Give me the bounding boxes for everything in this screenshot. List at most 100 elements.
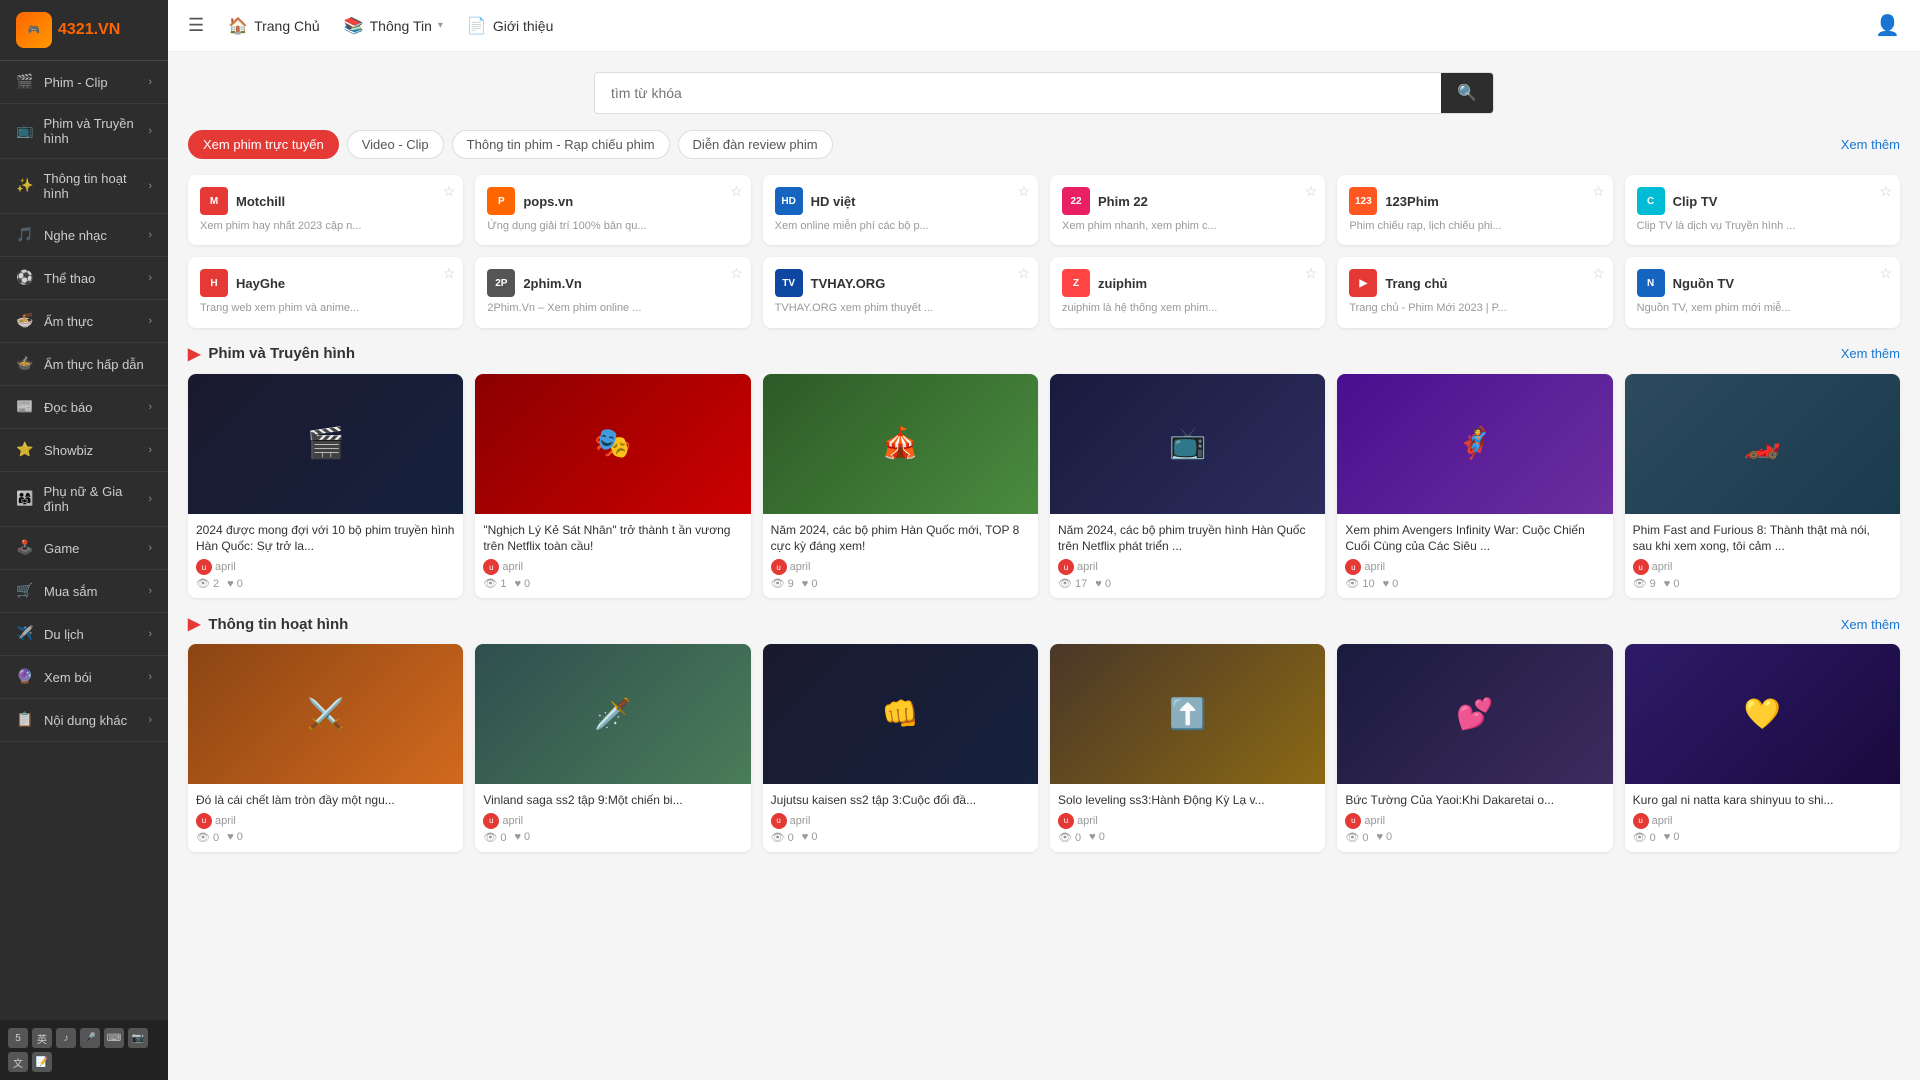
movie-card-movie-grid-phim-5[interactable]: 🦸 Xem phim Avengers Infinity War: Cuộc C… — [1337, 374, 1612, 599]
site-logo-zuiphim: Z — [1062, 269, 1090, 297]
sidebar-item-doc-bao[interactable]: 📰 Đọc báo › — [0, 386, 168, 429]
movie-card-movie-grid-anime-4[interactable]: ⬆️ Solo leveling ss3:Hành Động Kỳ Lạ v..… — [1050, 644, 1325, 852]
sidebar-item-thong-tin-hoat-hinh[interactable]: ✨ Thông tin hoạt hình › — [0, 159, 168, 214]
taskbar-icon-1[interactable]: 5 — [8, 1028, 28, 1048]
sidebar-item-noi-dung-khac[interactable]: 📋 Nội dung khác › — [0, 699, 168, 742]
site-bookmark-zuiphim[interactable]: ☆ — [1305, 265, 1318, 282]
topnav-items: 🏠 Trang Chủ 📚 Thông Tin ▾ 📄 Giới thiệu — [228, 12, 1851, 40]
movie-card-movie-grid-anime-3[interactable]: 👊 Jujutsu kaisen ss2 tập 3:Cuộc đối đầ..… — [763, 644, 1038, 852]
sidebar-item-phu-nu-gia-dinh[interactable]: 👨‍👩‍👧 Phụ nữ & Gia đình › — [0, 472, 168, 527]
movie-card-movie-grid-phim-4[interactable]: 📺 Năm 2024, các bộ phim truyền hình Hàn … — [1050, 374, 1325, 599]
site-bookmark-hayghe[interactable]: ☆ — [443, 265, 456, 282]
movie-card-movie-grid-anime-2[interactable]: 🗡️ Vinland saga ss2 tập 9:Một chiến bi..… — [475, 644, 750, 852]
movie-stats-movie-grid-phim-1: 👁 2 ♥ 0 — [196, 577, 455, 590]
site-card-trangchu[interactable]: ▶ Trang chủ Trang chủ - Phim Mới 2023 | … — [1337, 257, 1612, 327]
sidebar-item-phim-truyen-hinh[interactable]: 📺 Phim và Truyền hình › — [0, 104, 168, 159]
hamburger-button[interactable]: ☰ — [188, 15, 204, 36]
movie-avatar-movie-grid-anime-4: u — [1058, 813, 1074, 829]
movie-card-movie-grid-phim-2[interactable]: 🎭 "Nghịch Lý Kẻ Sát Nhân" trở thành t ần… — [475, 374, 750, 599]
movie-thumb-movie-grid-anime-6: 💛 — [1625, 644, 1900, 784]
site-card-zuiphim[interactable]: Z zuiphim zuiphim là hệ thống xem phim..… — [1050, 257, 1325, 327]
site-bookmark-nguontv[interactable]: ☆ — [1879, 265, 1892, 282]
filter-tab-thong-tin-phim[interactable]: Thông tin phim - Rạp chiếu phim — [452, 130, 670, 159]
site-cards-row2: H HayGhe Trang web xem phim và anime... … — [188, 257, 1900, 327]
site-card-2phim[interactable]: 2P 2phim.Vn 2Phim.Vn – Xem phim online .… — [475, 257, 750, 327]
sidebar-item-nghe-nhac[interactable]: 🎵 Nghe nhạc › — [0, 214, 168, 257]
search-button[interactable]: 🔍 — [1441, 73, 1493, 113]
sidebar-item-showbiz[interactable]: ⭐ Showbiz › — [0, 429, 168, 472]
site-desc-hayghe: Trang web xem phim và anime... — [200, 301, 451, 315]
movie-author-movie-grid-phim-1: u april — [196, 559, 236, 575]
sidebar-item-the-thao[interactable]: ⚽ Thể thao › — [0, 257, 168, 300]
site-bookmark-hdviet[interactable]: ☆ — [1017, 183, 1030, 200]
sidebar-bottom-toolbar: 5 英 ♪ 🎤 ⌨ 📷 文 📝 — [0, 1020, 168, 1080]
sidebar-logo[interactable]: 🎮 4321.VN — [0, 0, 168, 61]
search-input[interactable] — [595, 75, 1441, 111]
user-icon[interactable]: 👤 — [1875, 13, 1900, 38]
movie-author-name-movie-grid-phim-3: april — [790, 561, 811, 573]
taskbar-icon-3[interactable]: ♪ — [56, 1028, 76, 1048]
site-card-phim22[interactable]: 22 Phim 22 Xem phim nhanh, xem phim c...… — [1050, 175, 1325, 245]
sidebar-icon-phim-clip: 🎬 — [16, 73, 34, 91]
filter-tab-dien-dan[interactable]: Diễn đàn review phim — [678, 130, 833, 159]
sidebar-item-xem-boi[interactable]: 🔮 Xem bói › — [0, 656, 168, 699]
taskbar-icon-7[interactable]: 文 — [8, 1052, 28, 1072]
taskbar-icon-5[interactable]: ⌨ — [104, 1028, 124, 1048]
sidebar-item-mua-sam[interactable]: 🛒 Mua sắm › — [0, 570, 168, 613]
taskbar-icon-4[interactable]: 🎤 — [80, 1028, 100, 1048]
site-bookmark-phim22[interactable]: ☆ — [1305, 183, 1318, 200]
taskbar-icon-6[interactable]: 📷 — [128, 1028, 148, 1048]
sidebar-chevron-doc-bao: › — [148, 401, 152, 413]
site-card-pops[interactable]: P pops.vn Ứng dụng giải trí 100% bản qu.… — [475, 175, 750, 245]
sidebar-item-game[interactable]: 🕹️ Game › — [0, 527, 168, 570]
movie-card-movie-grid-phim-1[interactable]: 🎬 2024 được mong đợi với 10 bộ phim truy… — [188, 374, 463, 599]
topnav-item-gioi-thieu[interactable]: 📄 Giới thiệu — [467, 12, 553, 40]
sidebar-icon-game: 🕹️ — [16, 539, 34, 557]
site-logo-hdviet: HD — [775, 187, 803, 215]
site-bookmark-123phim[interactable]: ☆ — [1592, 183, 1605, 200]
sidebar-item-left-xem-boi: 🔮 Xem bói — [16, 668, 92, 686]
site-bookmark-trangchu[interactable]: ☆ — [1592, 265, 1605, 282]
section-more-anime[interactable]: Xem thêm — [1841, 617, 1900, 632]
site-desc-trangchu: Trang chủ - Phim Mới 2023 | P... — [1349, 301, 1600, 315]
taskbar-icon-8[interactable]: 📝 — [32, 1052, 52, 1072]
sidebar-item-am-thuc-hap-dan[interactable]: 🍲 Ẩm thực hấp dẫn — [0, 343, 168, 386]
movie-card-movie-grid-phim-6[interactable]: 🏎️ Phim Fast and Furious 8: Thành thật m… — [1625, 374, 1900, 599]
section-more-phim[interactable]: Xem thêm — [1841, 346, 1900, 361]
site-name-123phim: 123Phim — [1385, 194, 1438, 209]
site-card-tvhay[interactable]: TV TVHAY.ORG TVHAY.ORG xem phim thuyết .… — [763, 257, 1038, 327]
site-card-nguontv[interactable]: N Nguồn TV Nguồn TV, xem phim mới miễ...… — [1625, 257, 1900, 327]
site-card-123phim[interactable]: 123 123Phim Phim chiếu rạp, lịch chiếu p… — [1337, 175, 1612, 245]
sidebar-item-phim-clip[interactable]: 🎬 Phim - Clip › — [0, 61, 168, 104]
site-bookmark-cliptv[interactable]: ☆ — [1879, 183, 1892, 200]
topnav-item-thong-tin[interactable]: 📚 Thông Tin ▾ — [344, 12, 443, 40]
site-card-hdviet[interactable]: HD HD việt Xem online miễn phí các bộ p.… — [763, 175, 1038, 245]
topnav-item-trang-chu[interactable]: 🏠 Trang Chủ — [228, 12, 320, 40]
site-card-hayghe[interactable]: H HayGhe Trang web xem phim và anime... … — [188, 257, 463, 327]
movie-author-name-movie-grid-phim-4: april — [1077, 561, 1098, 573]
movie-card-movie-grid-anime-1[interactable]: ⚔️ Đó là cái chết làm tròn đầy một ngu..… — [188, 644, 463, 852]
movie-views-movie-grid-anime-2: 👁 0 — [483, 831, 506, 844]
sidebar-item-du-lich[interactable]: ✈️ Du lịch › — [0, 613, 168, 656]
taskbar-icon-2[interactable]: 英 — [32, 1028, 52, 1048]
filter-tab-xem-phim[interactable]: Xem phim trực tuyến — [188, 130, 339, 159]
site-bookmark-2phim[interactable]: ☆ — [730, 265, 743, 282]
site-desc-pops: Ứng dụng giải trí 100% bản qu... — [487, 219, 738, 233]
movie-info-movie-grid-anime-5: Bức Tường Của Yaoi:Khi Dakaretai o... u … — [1337, 784, 1612, 852]
site-bookmark-motchill[interactable]: ☆ — [443, 183, 456, 200]
site-bookmark-pops[interactable]: ☆ — [730, 183, 743, 200]
movie-title-movie-grid-anime-1: Đó là cái chết làm tròn đầy một ngu... — [196, 792, 455, 809]
sidebar-item-am-thuc[interactable]: 🍜 Ẩm thực › — [0, 300, 168, 343]
site-bookmark-tvhay[interactable]: ☆ — [1017, 265, 1030, 282]
movie-author-name-movie-grid-phim-6: april — [1652, 561, 1673, 573]
filter-tab-video-clip[interactable]: Video - Clip — [347, 130, 444, 159]
filter-more-link[interactable]: Xem thêm — [1841, 137, 1900, 152]
movie-stats-movie-grid-anime-5: 👁 0 ♥ 0 — [1345, 831, 1604, 844]
site-card-motchill[interactable]: M Motchill Xem phim hay nhất 2023 cập n.… — [188, 175, 463, 245]
movie-likes-movie-grid-phim-5: ♥ 0 — [1383, 578, 1399, 590]
movie-card-movie-grid-phim-3[interactable]: 🎪 Năm 2024, các bộ phim Hàn Quốc mới, TO… — [763, 374, 1038, 599]
filter-tabs-list: Xem phim trực tuyến Video - Clip Thông tin… — [188, 130, 833, 159]
movie-card-movie-grid-anime-6[interactable]: 💛 Kuro gal ni natta kara shinyuu to shi.… — [1625, 644, 1900, 852]
movie-card-movie-grid-anime-5[interactable]: 💕 Bức Tường Của Yaoi:Khi Dakaretai o... … — [1337, 644, 1612, 852]
site-card-cliptv[interactable]: C Clip TV Clip TV là dịch vụ Truyền hình… — [1625, 175, 1900, 245]
